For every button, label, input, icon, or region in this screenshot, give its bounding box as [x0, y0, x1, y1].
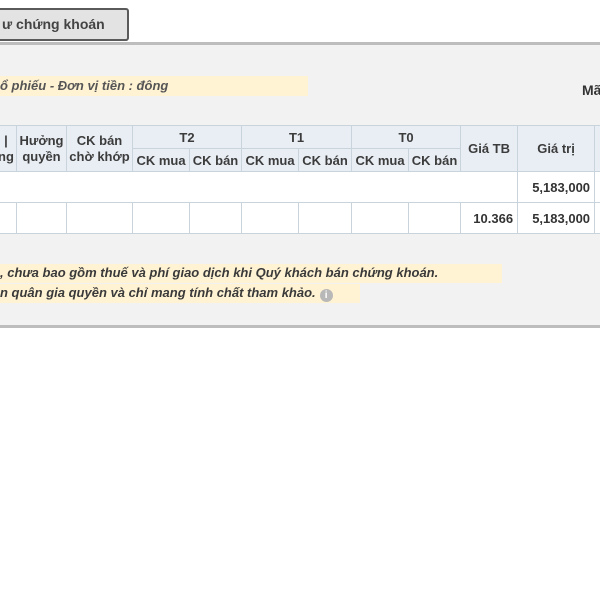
- table-cell: [66, 202, 133, 234]
- col-header-t2: T2: [131, 125, 243, 149]
- col-header-avg-price: Giá TB: [460, 125, 519, 172]
- table-cell: [351, 202, 410, 234]
- table-cell: [188, 202, 243, 234]
- avg-price-cell: 10.366: [460, 202, 519, 234]
- col-header-partial: |ng: [0, 125, 17, 172]
- table-cell: [594, 171, 600, 203]
- col-header-rights: Hưởng quyền: [16, 125, 67, 172]
- holdings-table: |ng Hưởngquyền CK bánchờ khớp T2 T1 T0 G…: [0, 125, 600, 234]
- table-cell: [0, 202, 17, 234]
- table-cell: [132, 202, 190, 234]
- table-row: 5,183,000: [0, 171, 600, 203]
- value-cell: 5,183,000: [517, 171, 596, 203]
- col-header-extra: [594, 125, 600, 172]
- tab-securities[interactable]: ư chứng khoán: [0, 8, 129, 41]
- col-header-t1: T1: [241, 125, 353, 149]
- table-cell: [298, 202, 353, 234]
- col-header-sell-pending: CK bán chờ khớp: [66, 125, 133, 172]
- col-header-value: Giá trị: [517, 125, 596, 172]
- table-cell: [0, 171, 518, 203]
- col-header-t2-buy: CK mua: [132, 148, 190, 172]
- table-cell: [241, 202, 300, 234]
- note-line-2: n quân gia quyền và chỉ mang tính chất t…: [0, 284, 360, 303]
- table-cell: [16, 202, 67, 234]
- col-header-t0-buy: CK mua: [351, 148, 410, 172]
- table-row: 10.366 5,183,000: [0, 202, 600, 234]
- col-header-t1-sell: CK bán: [298, 148, 353, 172]
- portfolio-panel: ổ phiếu - Đơn vị tiền : đông Mã |ng Hưởn…: [0, 42, 600, 328]
- col-header-t2-sell: CK bán: [188, 148, 243, 172]
- table-cell: [408, 202, 462, 234]
- note-line-2-text: n quân gia quyền và chỉ mang tính chất t…: [0, 285, 316, 300]
- col-header-t1-buy: CK mua: [241, 148, 300, 172]
- col-header-t0: T0: [351, 125, 462, 149]
- info-circle-icon[interactable]: i: [319, 289, 333, 302]
- col-header-t0-sell: CK bán: [408, 148, 462, 172]
- value-cell: 5,183,000: [517, 202, 596, 234]
- tab-strip: ư chứng khoán: [0, 0, 600, 42]
- note-line-1: , chưa bao gồm thuế và phí giao dịch khi…: [0, 264, 502, 283]
- table-cell: [594, 202, 600, 234]
- code-label: Mã: [582, 82, 600, 98]
- panel-title: ổ phiếu - Đơn vị tiền : đông: [0, 76, 308, 96]
